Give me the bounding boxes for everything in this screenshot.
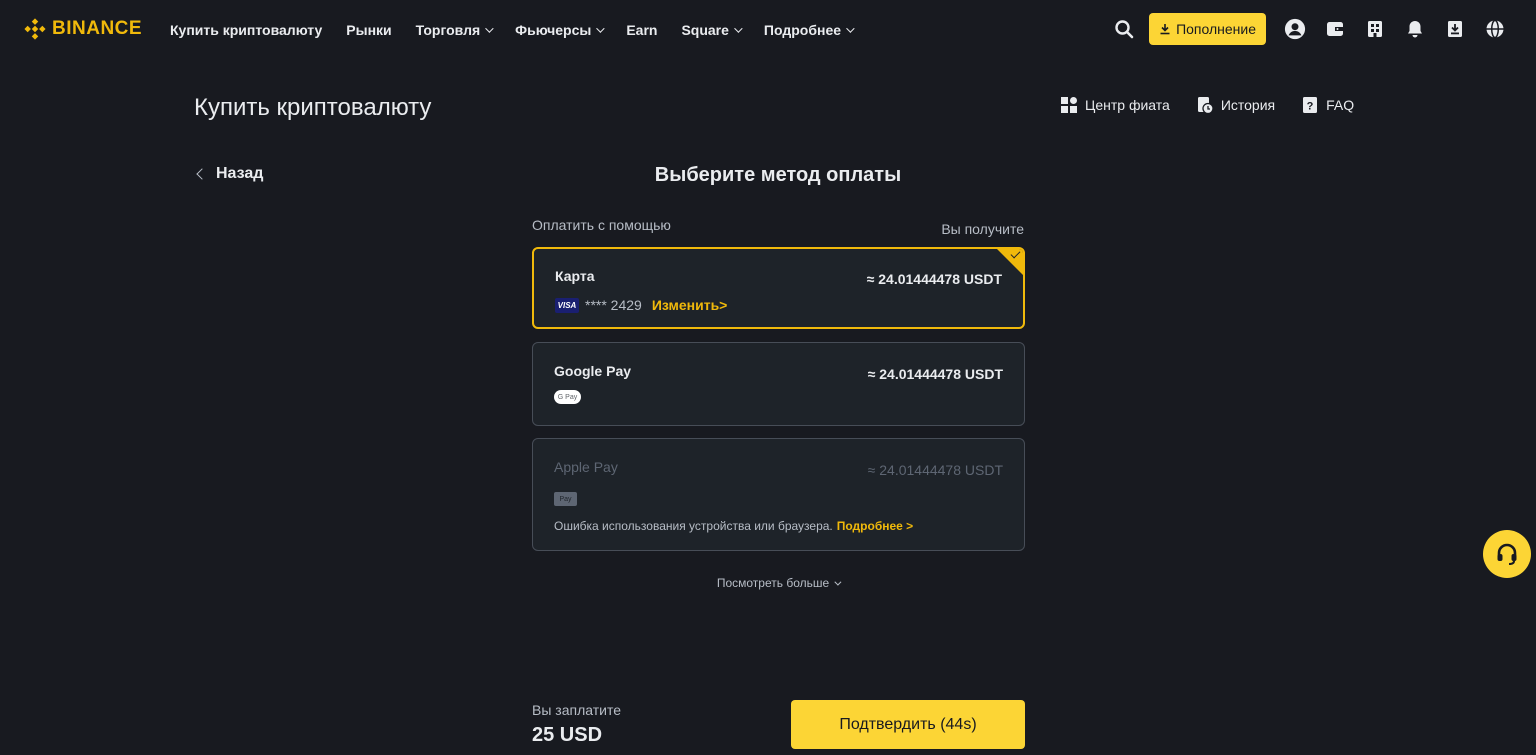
page-title: Купить криптовалюту — [194, 94, 432, 121]
top-navigation: BINANCE Купить криптовалюту Рынки Торгов… — [0, 0, 1536, 58]
search-icon[interactable] — [1113, 18, 1135, 40]
nav-item-square[interactable]: Square — [681, 22, 743, 38]
nav-item-markets[interactable]: Рынки — [346, 22, 391, 38]
card-masked-number: **** 2429 — [585, 297, 642, 313]
grid-icon — [1061, 97, 1077, 113]
chevron-left-icon — [196, 168, 208, 180]
page-links: Центр фиата История ? FAQ — [1060, 96, 1354, 114]
card-details: VISA **** 2429 Изменить> — [555, 297, 727, 313]
headset-icon — [1497, 543, 1517, 565]
fiat-center-label: Центр фиата — [1085, 97, 1170, 113]
see-more-label: Посмотреть больше — [716, 576, 830, 590]
method-title: Карта — [555, 268, 595, 284]
nav-item-label: Рынки — [346, 22, 392, 38]
user-icon[interactable] — [1284, 18, 1306, 40]
nav-item-buy-crypto[interactable]: Купить криптовалюту — [170, 22, 322, 38]
chevron-down-icon — [834, 578, 842, 586]
nav-item-label: Торговля — [415, 22, 481, 38]
apple-pay-icon: Pay — [554, 492, 577, 506]
nav-item-label: Square — [681, 22, 729, 38]
you-get-label: Вы получите — [941, 221, 1024, 237]
you-pay-label: Вы заплатите — [532, 702, 621, 718]
apple-pay-error: Ошибка использования устройства или брау… — [554, 519, 913, 533]
support-chat-button[interactable] — [1483, 530, 1531, 578]
method-amount: ≈ 24.01444478 USDT — [866, 271, 1002, 287]
nav-item-earn[interactable]: Earn — [626, 22, 657, 38]
you-pay-amount: 25 USD — [532, 724, 603, 746]
faq-link[interactable]: ? FAQ — [1301, 96, 1354, 114]
error-text: Ошибка использования устройства или брау… — [554, 519, 833, 533]
download-icon — [1160, 24, 1170, 35]
pay-with-label: Оплатить с помощью — [532, 217, 671, 233]
deposit-button-label: Пополнение — [1176, 21, 1256, 37]
nav-item-label: Купить криптовалюту — [170, 22, 323, 38]
chevron-down-icon — [485, 24, 494, 33]
history-link[interactable]: История — [1196, 96, 1275, 114]
method-title: Apple Pay — [554, 459, 618, 475]
method-title: Google Pay — [554, 363, 632, 379]
chevron-down-icon — [596, 24, 605, 33]
confirm-button[interactable]: Подтвердить (44s) — [791, 700, 1025, 749]
back-button[interactable]: Назад — [196, 165, 264, 183]
deposit-button[interactable]: Пополнение — [1149, 13, 1266, 45]
app-download-icon[interactable] — [1444, 18, 1466, 40]
nav-item-label: Подробнее — [763, 22, 842, 38]
history-label: История — [1220, 97, 1276, 113]
nav-item-label: Earn — [626, 22, 658, 38]
google-pay-icon: G Pay — [554, 390, 581, 404]
nav-item-label: Фьючерсы — [515, 22, 592, 38]
payment-method-google-pay[interactable]: Google Pay ≈ 24.01444478 USDT G Pay — [532, 342, 1025, 426]
svg-text:?: ? — [1307, 101, 1314, 113]
payment-method-apple-pay: Apple Pay ≈ 24.01444478 USDT Pay Ошибка … — [532, 438, 1025, 551]
nav-actions: Пополнение — [1113, 13, 1506, 45]
orders-icon[interactable] — [1364, 18, 1386, 40]
nav-item-futures[interactable]: Фьючерсы — [515, 22, 605, 38]
see-more-button[interactable]: Посмотреть больше — [532, 576, 1024, 590]
learn-more-link[interactable]: Подробнее > — [837, 519, 913, 533]
back-label: Назад — [216, 165, 264, 182]
method-amount: ≈ 24.01444478 USDT — [867, 366, 1003, 382]
faq-icon: ? — [1303, 97, 1318, 113]
method-amount: ≈ 24.01444478 USDT — [867, 462, 1003, 478]
brand-name: BINANCE — [52, 18, 143, 39]
nav-item-trade[interactable]: Торговля — [415, 22, 494, 38]
visa-icon: VISA — [555, 297, 579, 313]
fiat-center-link[interactable]: Центр фиата — [1060, 96, 1170, 114]
google-pay-badge-wrap: G Pay — [554, 390, 581, 404]
section-title: Выберите метод оплаты — [654, 164, 902, 186]
wallet-icon[interactable] — [1324, 18, 1346, 40]
history-icon — [1197, 97, 1214, 114]
binance-logo[interactable]: BINANCE — [24, 16, 142, 42]
main-menu: Купить криптовалюту Рынки Торговля Фьюче… — [170, 19, 876, 41]
bell-icon[interactable] — [1404, 18, 1426, 40]
payment-method-card[interactable]: Карта ≈ 24.01444478 USDT VISA **** 2429 … — [532, 247, 1025, 329]
binance-logo-icon — [24, 18, 46, 40]
change-card-link[interactable]: Изменить> — [652, 297, 728, 313]
chevron-down-icon — [734, 24, 743, 33]
faq-label: FAQ — [1326, 97, 1355, 113]
nav-item-more[interactable]: Подробнее — [763, 22, 855, 38]
chevron-down-icon — [846, 24, 855, 33]
globe-icon[interactable] — [1484, 18, 1506, 40]
apple-pay-badge-wrap: Pay — [554, 492, 577, 506]
